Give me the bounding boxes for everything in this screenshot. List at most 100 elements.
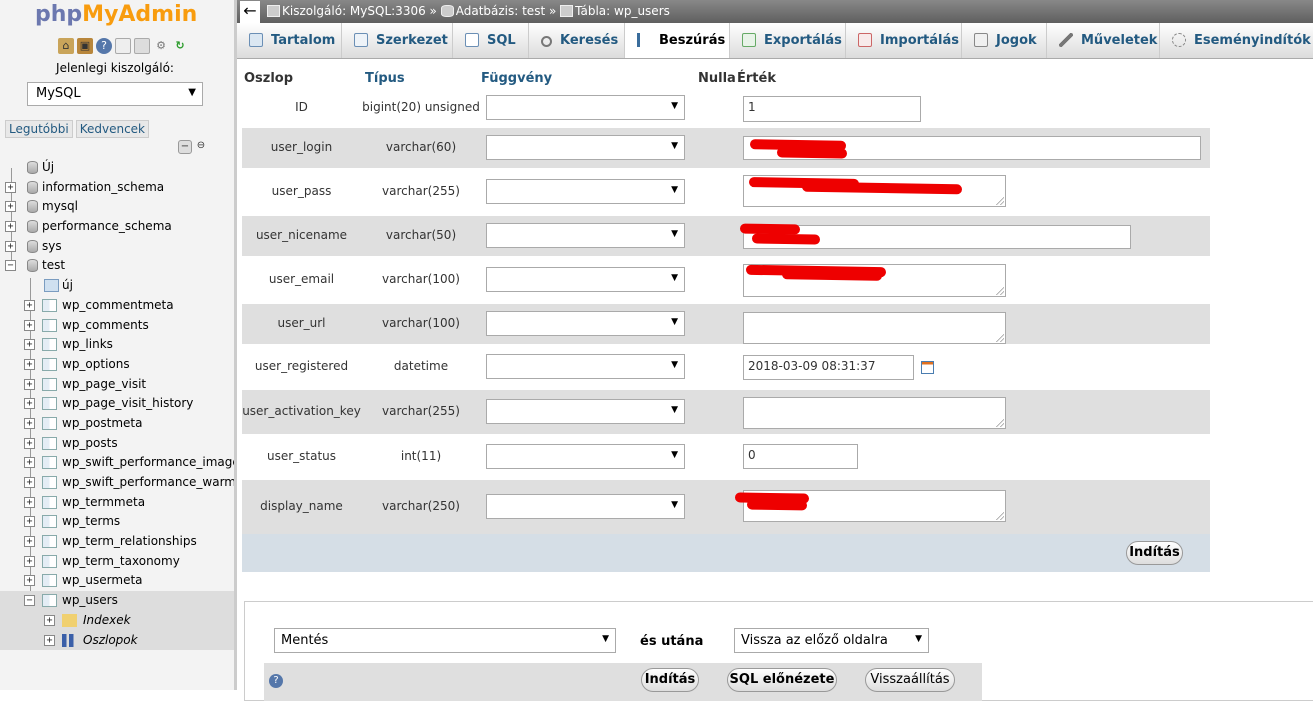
function-select[interactable]: ▼ <box>486 135 685 160</box>
expand-icon[interactable]: + <box>24 339 35 351</box>
resize-handle[interactable] <box>996 334 1004 342</box>
server-select[interactable]: MySQL ▼ <box>27 82 203 106</box>
reload-icon[interactable]: ↻ <box>172 38 188 54</box>
expand-icon[interactable]: + <box>5 181 16 193</box>
tree-indexes[interactable]: + Indexek <box>0 610 234 631</box>
help-icon[interactable]: ? <box>96 38 112 54</box>
function-select[interactable]: ▼ <box>486 179 685 204</box>
tab-triggers[interactable]: Eseményindítók <box>1160 23 1313 58</box>
expand-icon[interactable]: + <box>5 221 16 233</box>
value-input[interactable]: 2018-03-09 08:31:37 <box>743 355 914 380</box>
breadcrumb-table[interactable]: Tábla: wp_users <box>575 4 670 18</box>
tree-columns[interactable]: + Oszlopok <box>0 630 234 651</box>
tree-table-item[interactable]: + wp_page_visit_history <box>0 394 234 414</box>
tab-browse[interactable]: Tartalom <box>237 23 342 58</box>
collapse-all-icon[interactable]: − <box>178 140 192 154</box>
expand-icon[interactable]: + <box>24 299 35 311</box>
panel-divider[interactable] <box>234 0 237 690</box>
expand-icon[interactable]: + <box>24 496 35 508</box>
function-select[interactable]: ▼ <box>486 267 685 292</box>
function-select[interactable]: ▼ <box>486 311 685 336</box>
tab-favorites[interactable]: Kedvencek <box>75 120 149 138</box>
tree-table-item[interactable]: − wp_users <box>0 591 234 611</box>
tree-table-new[interactable]: új <box>0 276 234 296</box>
collapse-icon[interactable]: − <box>5 260 16 272</box>
tree-table-item[interactable]: + wp_page_visit <box>0 375 234 395</box>
tree-db-mysql[interactable]: + mysql <box>0 197 234 217</box>
tree-new[interactable]: Új <box>0 158 234 178</box>
value-input[interactable]: 1 <box>743 96 921 122</box>
expand-icon[interactable]: + <box>24 575 35 587</box>
expand-icon[interactable]: + <box>24 378 35 390</box>
expand-icon[interactable]: + <box>24 358 35 370</box>
tree-table-item[interactable]: + wp_swift_performance_image_ <box>0 453 236 473</box>
tree-table-item[interactable]: + wp_termmeta <box>0 493 234 513</box>
expand-icon[interactable]: + <box>44 614 55 626</box>
settings-icon[interactable] <box>134 38 150 54</box>
tree-table-item[interactable]: + wp_swift_performance_warmu <box>0 473 236 493</box>
expand-icon[interactable]: + <box>24 516 35 528</box>
expand-icon[interactable]: + <box>24 319 35 331</box>
function-select[interactable]: ▼ <box>486 444 685 469</box>
tab-recent[interactable]: Legutóbbi <box>5 120 73 138</box>
function-select[interactable]: ▼ <box>486 399 685 424</box>
expand-icon[interactable]: + <box>5 240 16 252</box>
expand-icon[interactable]: + <box>24 417 35 429</box>
function-select[interactable]: ▼ <box>486 494 685 519</box>
resize-handle[interactable] <box>996 419 1004 427</box>
tree-table-item[interactable]: + wp_term_relationships <box>0 532 234 552</box>
tab-privileges[interactable]: Jogok <box>962 23 1047 58</box>
tab-search[interactable]: Keresés <box>529 23 625 58</box>
back-arrow-icon[interactable]: ← <box>240 1 260 23</box>
expand-icon[interactable]: + <box>24 457 35 469</box>
expand-icon[interactable]: + <box>5 201 16 213</box>
expand-icon[interactable]: + <box>24 437 35 449</box>
expand-icon[interactable]: + <box>24 398 35 410</box>
tab-import[interactable]: Importálás <box>846 23 962 58</box>
reset-button[interactable]: Visszaállítás <box>865 668 955 692</box>
breadcrumb-server[interactable]: Kiszolgáló: MySQL:3306 <box>282 4 426 18</box>
gear-icon[interactable]: ⚙ <box>153 38 169 54</box>
breadcrumb-database[interactable]: Adatbázis: test <box>456 4 545 18</box>
tab-insert[interactable]: Beszúrás <box>625 23 730 58</box>
expand-icon[interactable]: + <box>24 536 35 548</box>
tree-db-test[interactable]: − test <box>0 256 234 276</box>
resize-handle[interactable] <box>996 287 1004 295</box>
tree-table-item[interactable]: + wp_links <box>0 335 234 355</box>
tree-table-item[interactable]: + wp_postmeta <box>0 414 234 434</box>
docs-icon[interactable] <box>115 38 131 54</box>
collapse-icon[interactable]: − <box>24 595 35 607</box>
expand-icon[interactable]: + <box>24 555 35 567</box>
logout-icon[interactable]: ▣ <box>77 38 93 54</box>
insert-go-button[interactable]: Indítás <box>1126 541 1183 565</box>
tab-structure[interactable]: Szerkezet <box>342 23 453 58</box>
tree-table-item[interactable]: + wp_options <box>0 355 234 375</box>
resize-handle[interactable] <box>996 197 1004 205</box>
tree-table-item[interactable]: + wp_term_taxonomy <box>0 552 234 572</box>
tab-export[interactable]: Exportálás <box>730 23 846 58</box>
after-insert-select[interactable]: Vissza az előző oldalra ▼ <box>734 628 929 653</box>
expand-icon[interactable]: + <box>44 634 55 646</box>
sql-preview-button[interactable]: SQL előnézete <box>727 668 837 692</box>
value-textarea[interactable] <box>743 312 1006 344</box>
go-button[interactable]: Indítás <box>641 668 699 692</box>
tree-db-sys[interactable]: + sys <box>0 237 234 257</box>
help-icon[interactable]: ? <box>269 674 283 688</box>
action-select[interactable]: Mentés ▼ <box>274 628 616 653</box>
link-icon[interactable]: ⊖ <box>194 140 208 154</box>
tree-table-item[interactable]: + wp_posts <box>0 434 234 454</box>
tree-db-performance-schema[interactable]: + performance_schema <box>0 217 234 237</box>
value-input[interactable]: 0 <box>743 444 858 469</box>
tree-table-item[interactable]: + wp_usermeta <box>0 571 234 591</box>
logo[interactable]: phpMyAdmin <box>35 2 197 27</box>
tree-table-item[interactable]: + wp_commentmeta <box>0 296 234 316</box>
tree-table-item[interactable]: + wp_comments <box>0 316 234 336</box>
tree-db-information-schema[interactable]: + information_schema <box>0 178 234 198</box>
expand-icon[interactable]: + <box>24 477 35 488</box>
function-select[interactable]: ▼ <box>486 354 685 379</box>
tree-table-item[interactable]: + wp_terms <box>0 512 234 532</box>
function-select[interactable]: ▼ <box>486 223 685 248</box>
resize-handle[interactable] <box>996 512 1004 520</box>
calendar-icon[interactable] <box>921 361 934 374</box>
function-select[interactable]: ▼ <box>486 95 685 120</box>
